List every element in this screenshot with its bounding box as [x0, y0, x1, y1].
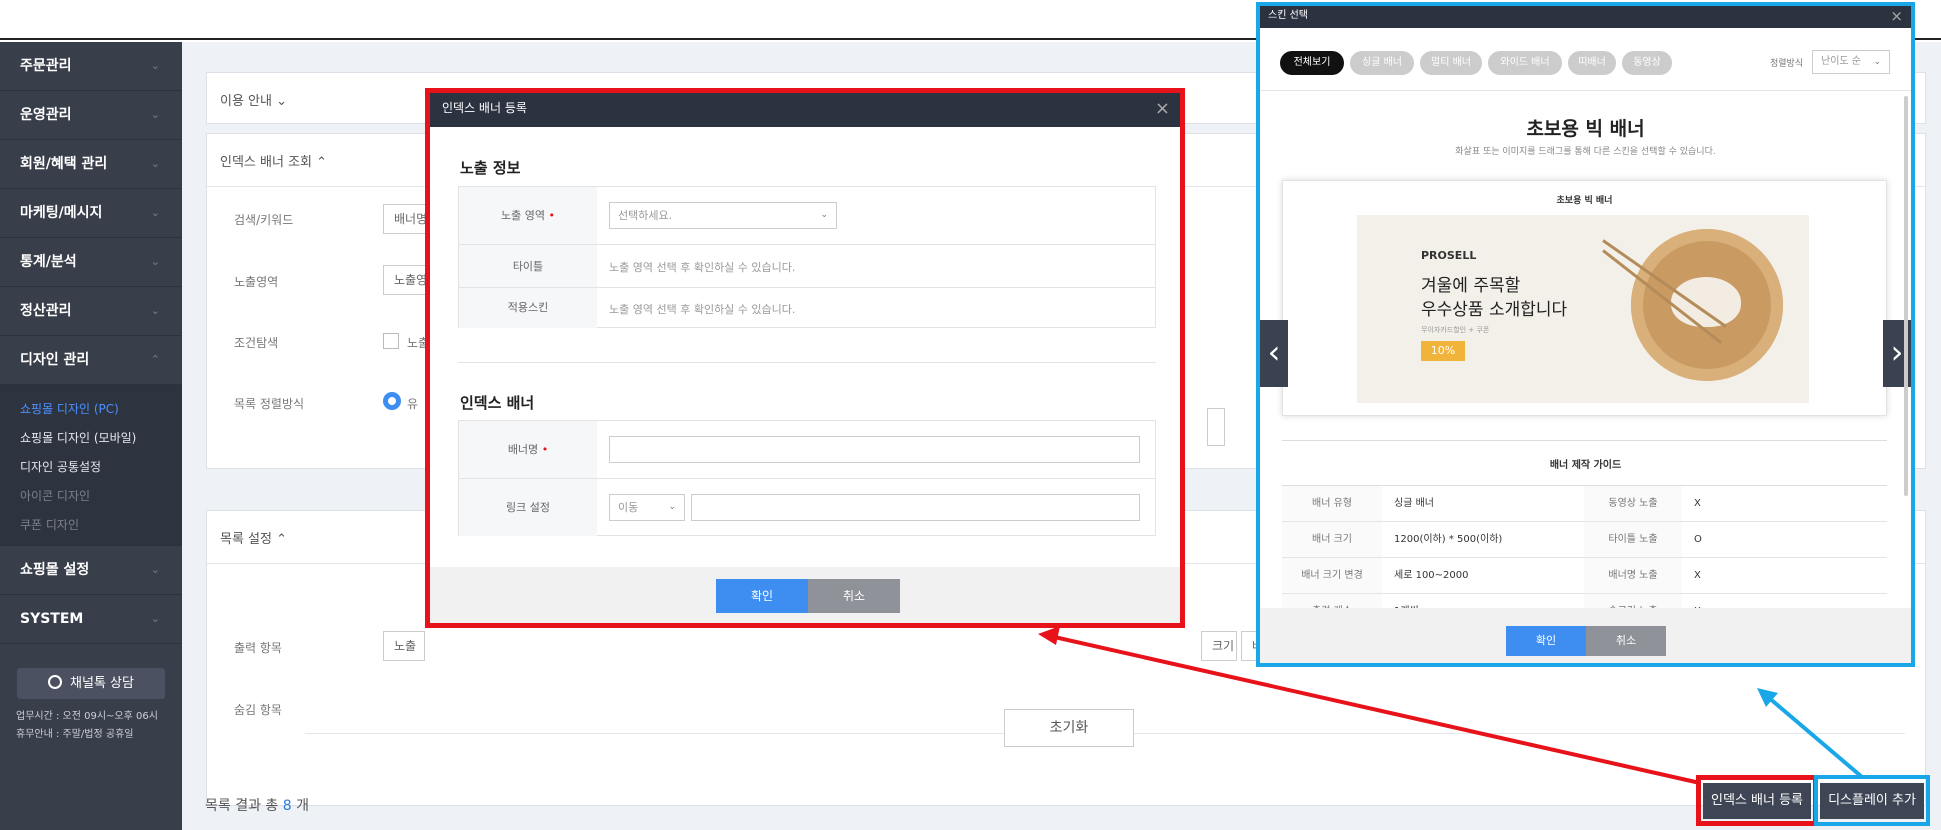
highlight-index-modal [425, 88, 1185, 628]
red-arrowhead [1038, 626, 1060, 645]
blue-arrow [1766, 695, 1864, 779]
highlight-skin-modal [1256, 2, 1915, 667]
